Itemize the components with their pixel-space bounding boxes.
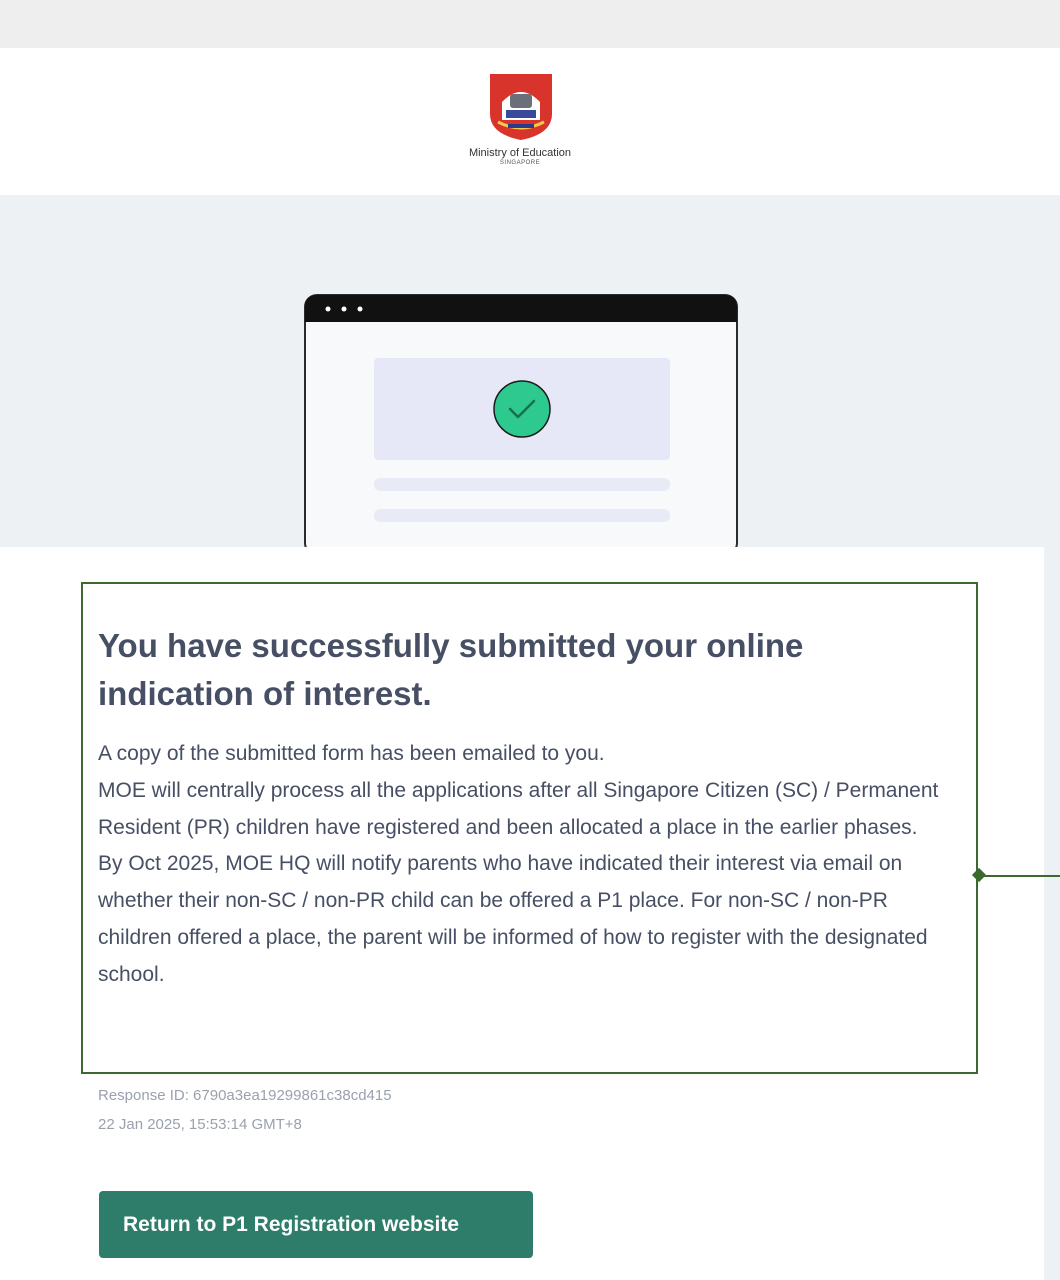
success-browser-illustration <box>304 294 738 548</box>
body-paragraph-processing: MOE will centrally process all the appli… <box>98 778 939 839</box>
top-bar <box>0 0 1060 48</box>
response-id: Response ID: 6790a3ea19299861c38cd415 <box>98 1087 392 1104</box>
org-country: SINGAPORE <box>499 160 541 166</box>
confirmation-title: You have successfully submitted your onl… <box>98 627 804 712</box>
response-meta: Response ID: 6790a3ea19299861c38cd415 22… <box>98 1081 598 1139</box>
body-paragraph-notification: By Oct 2025, MOE HQ will notify parents … <box>98 852 928 986</box>
confirmation-body: A copy of the submitted form has been em… <box>98 736 958 994</box>
moe-crest-logo <box>490 74 552 140</box>
page: Ministry of Education SINGAPORE You have… <box>0 0 1060 1280</box>
response-timestamp: 22 Jan 2025, 15:53:14 GMT+8 <box>98 1116 302 1133</box>
body-paragraph-email: A copy of the submitted form has been em… <box>98 742 605 765</box>
annotation-connector-line <box>982 875 1060 877</box>
org-name: Ministry of Education <box>468 147 572 159</box>
return-to-p1-registration-button[interactable]: Return to P1 Registration website <box>99 1191 533 1258</box>
